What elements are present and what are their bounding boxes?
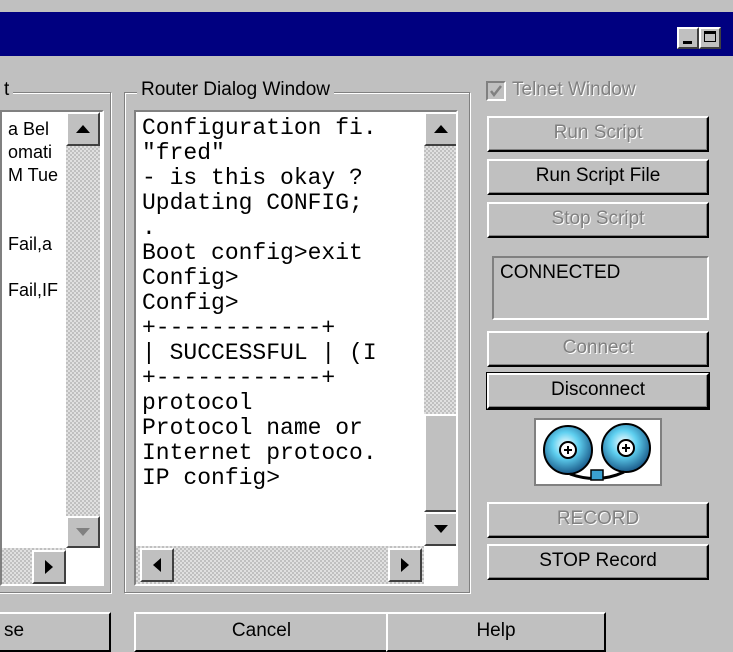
router-dialog-line: Updating CONFIG; [142,190,363,216]
router-dialog-line: Internet protoco. [142,440,377,466]
disconnect-button[interactable]: Disconnect [486,372,710,410]
router-dialog-line: Boot config>exit [142,240,363,266]
router-dialog-group-title: Router Dialog Window [137,79,335,101]
stop-script-button[interactable]: Stop Script [487,202,709,238]
close-button-label: se [4,620,25,641]
run-script-file-button[interactable]: Run Script File [487,159,709,195]
cancel-button-label: Cancel [231,620,292,641]
arrow-left-icon [153,558,161,572]
arrow-right-icon [45,560,53,574]
minimize-icon [683,41,692,44]
router-horizontal-scrollbar[interactable] [136,546,424,584]
router-dialog-panel[interactable]: Configuration fi. "fred" - is this okay ? U… [134,110,458,586]
router-dialog-line: +------------+ [142,315,336,341]
left-vertical-scrollbar[interactable] [66,112,100,548]
close-button[interactable]: se [0,612,111,652]
record-button[interactable]: RECORD [487,502,709,538]
maximize-button[interactable] [699,27,721,49]
router-dialog-line: Config> [142,290,239,316]
arrow-down-icon [76,528,90,536]
title-bar[interactable] [0,12,733,56]
router-scroll-thumb[interactable] [424,414,456,512]
help-button-label: Help [476,620,516,641]
minimize-button[interactable] [677,27,699,49]
checkmark-icon [490,85,502,98]
cassette-tape-icon [534,418,662,486]
router-dialog-text: Configuration fi. "fred" - is this okay ? U… [136,112,456,491]
left-scroll-up-button[interactable] [66,112,100,146]
stop-record-button[interactable]: STOP Record [487,544,709,580]
left-scroll-right-button[interactable] [32,550,66,584]
router-scroll-up-button[interactable] [424,112,456,146]
router-dialog-line: +------------+ [142,365,336,391]
router-scroll-right-button[interactable] [388,548,422,582]
router-dialog-line: - is this okay ? [142,165,363,191]
left-group-title: t [0,79,14,101]
router-dialog-line: Config> [142,265,239,291]
router-dialog-line: "fred" [142,140,225,166]
arrow-right-icon [401,558,409,572]
connect-button[interactable]: Connect [487,331,709,367]
router-scroll-left-button[interactable] [140,548,174,582]
router-scroll-down-button[interactable] [424,512,456,546]
arrow-up-icon [76,125,90,133]
router-dialog-line: Configuration fi. [142,115,377,141]
cancel-button[interactable]: Cancel [134,612,389,652]
telnet-window-label: Telnet Window [512,79,636,100]
connection-status-text: CONNECTED [500,262,621,283]
arrow-up-icon [434,125,448,133]
router-dialog-line: . [142,215,156,241]
router-dialog-line: protocol [142,390,253,416]
router-dialog-line: | SUCCESSFUL | (I [142,340,377,366]
router-dialog-line: IP config> [142,465,281,491]
run-script-button[interactable]: Run Script [487,116,709,152]
left-scroll-down-button[interactable] [66,516,100,548]
window-top-edge [0,0,733,12]
arrow-down-icon [434,525,448,533]
checkbox-box[interactable] [486,81,506,101]
help-button[interactable]: Help [386,612,606,652]
connection-status-box: CONNECTED [492,256,709,320]
router-dialog-line: Protocol name or [142,415,363,441]
maximize-icon [704,31,716,42]
left-list-panel[interactable]: a Bel omati M Tue Fail,a Fail,IF [0,110,104,586]
